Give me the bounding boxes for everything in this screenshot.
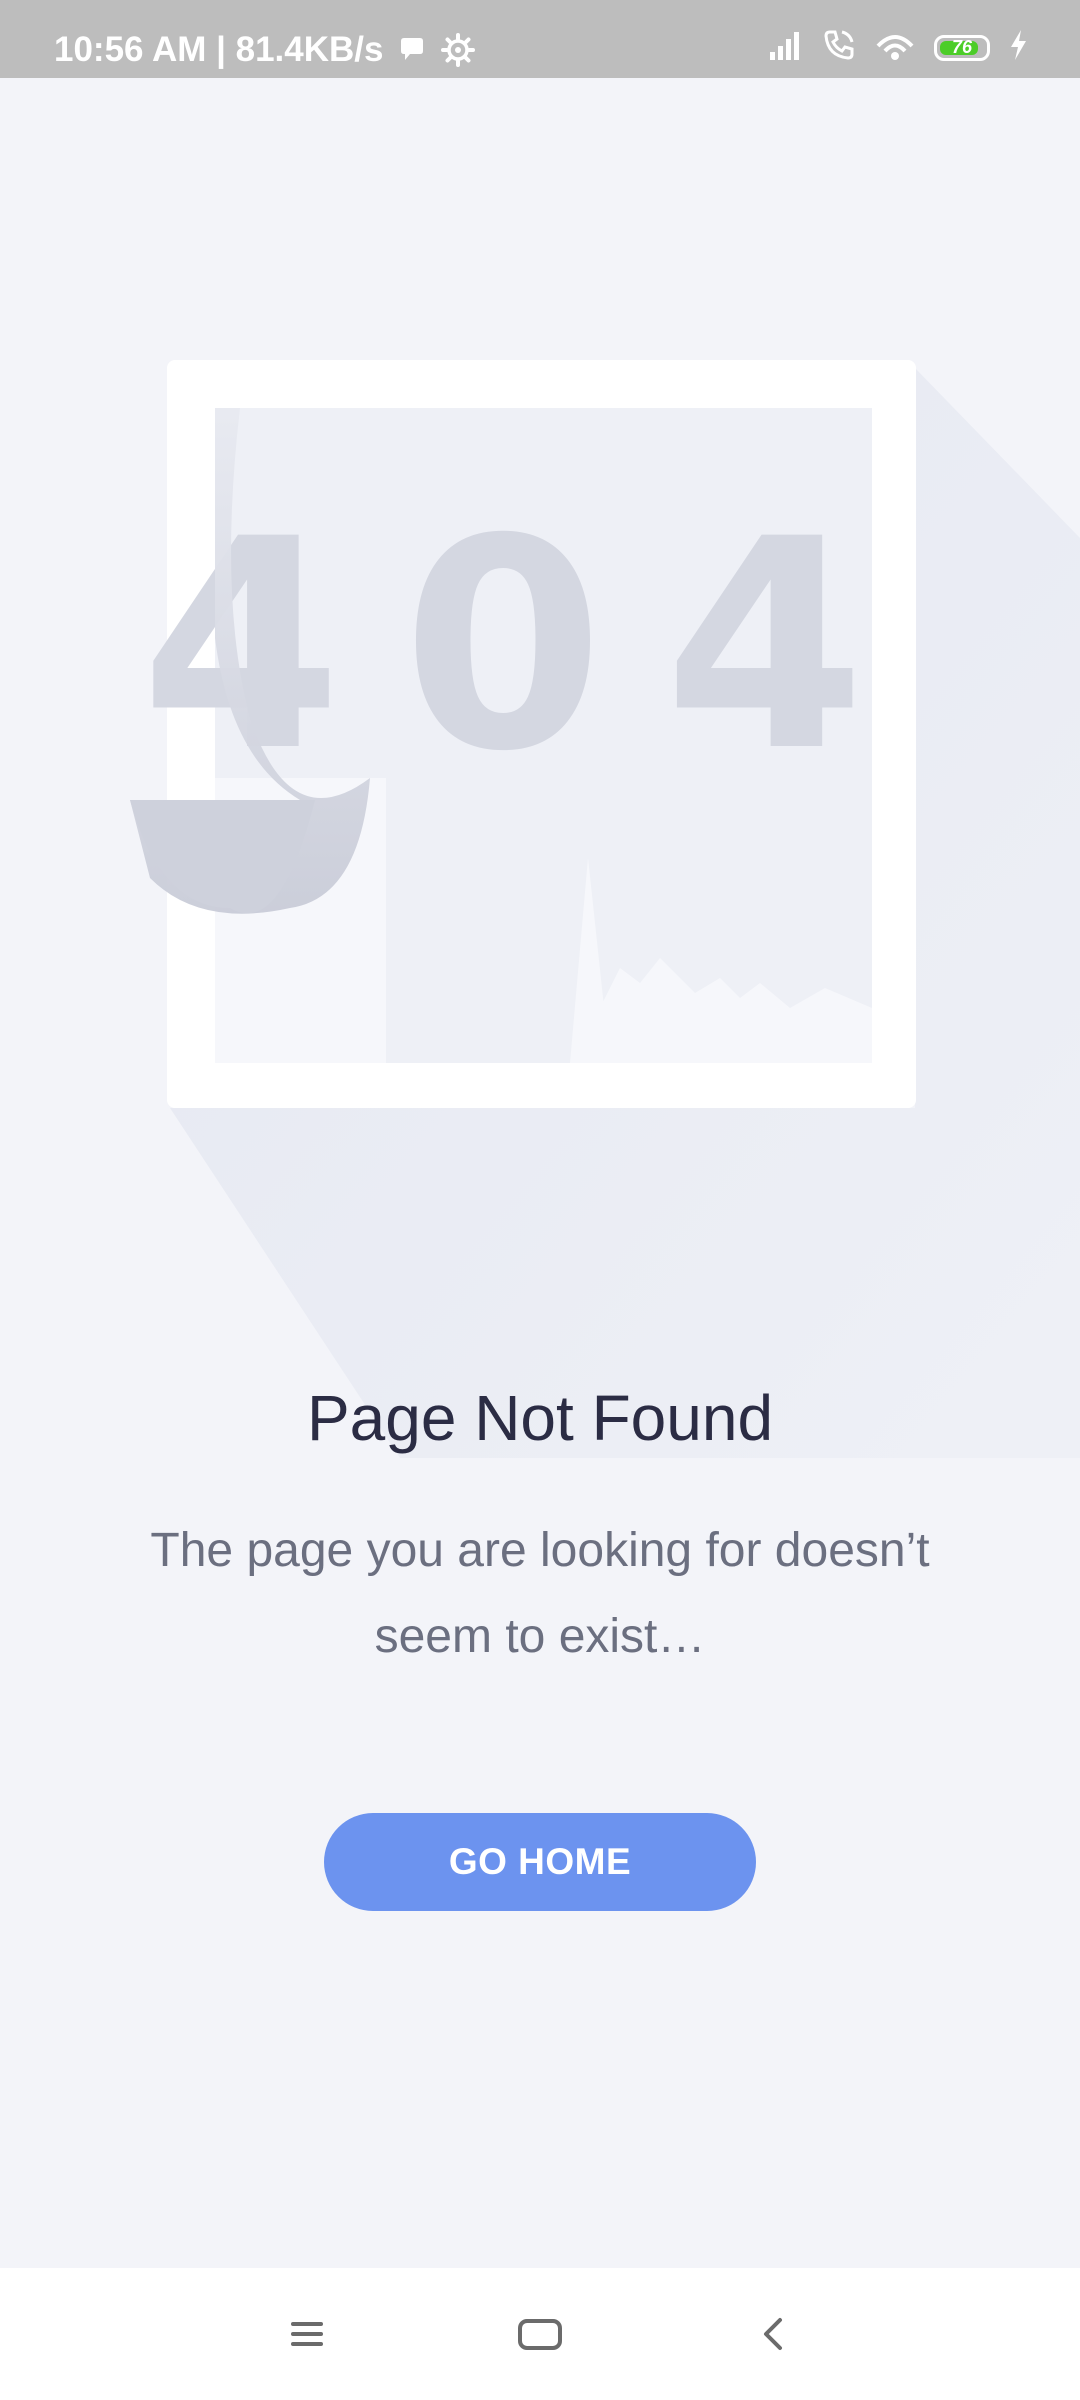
menu-icon[interactable] [277, 2304, 337, 2364]
gear-icon [441, 33, 476, 67]
battery-icon: 76 [934, 34, 990, 61]
system-nav-bar [0, 2268, 1080, 2400]
status-left: 10:56 AM | 81.4KB/s [54, 30, 476, 70]
go-home-button[interactable]: GO HOME [324, 1813, 756, 1911]
home-icon[interactable] [510, 2304, 570, 2364]
hotspot-icon [874, 28, 916, 67]
back-icon[interactable] [744, 2304, 804, 2364]
svg-text:404: 404 [140, 478, 925, 815]
chat-bubble-icon [397, 35, 427, 65]
status-right: 76 [768, 28, 1028, 67]
error-message: The page you are looking for doesn’t see… [150, 1524, 930, 1663]
battery-level: 76 [951, 37, 973, 57]
call-icon [822, 28, 856, 67]
status-time-speed: 10:56 AM | 81.4KB/s [54, 30, 384, 69]
charging-icon [1008, 29, 1028, 66]
not-found-page: 404 Page Not Found The page you are look… [0, 78, 1080, 2268]
error-code: 404 [140, 478, 925, 815]
page-title: Page Not Found [306, 1382, 774, 1454]
torn-404-illustration: 404 [130, 360, 1080, 1458]
signal-icon [768, 30, 804, 65]
status-bar: 10:56 AM | 81.4KB/s 76 [0, 0, 1080, 78]
